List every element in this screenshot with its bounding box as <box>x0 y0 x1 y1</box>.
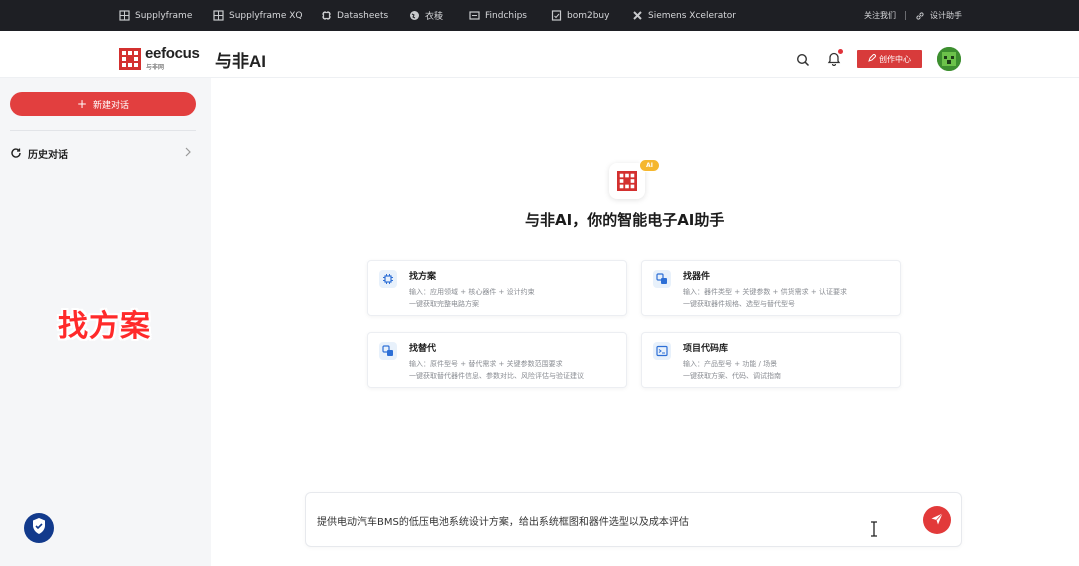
send-icon <box>930 511 944 530</box>
topbar-link-siemens[interactable]: Siemens Xcelerator <box>632 0 736 31</box>
topbar-divider <box>905 11 906 20</box>
topbar-link-label: Supplyframe <box>135 10 193 21</box>
card-find-solution[interactable]: 找方案 输入：应用领域 + 核心器件 + 设计约束 一键获取完整电路方案 <box>367 260 627 316</box>
about-us-label: 关注我们 <box>864 11 896 20</box>
eefocus-logo-subtitle: 与非网 <box>146 64 165 71</box>
security-shield-button[interactable] <box>24 513 54 543</box>
top-navigation-bar: Supplyframe Supplyframe XQ Datasheets 衣稜… <box>0 0 1079 31</box>
new-chat-label: 新建对话 <box>93 100 130 111</box>
component-icon <box>653 270 671 288</box>
card-description: 一键获取替代器件信息、参数对比、风险评估与验证建议 <box>409 372 584 380</box>
app-title: 与非AI <box>215 52 266 71</box>
card-title: 找方案 <box>409 272 437 282</box>
topbar-link-label: Findchips <box>485 10 527 21</box>
avatar[interactable] <box>937 47 961 71</box>
topbar-link-supplyframe-xq[interactable]: Supplyframe XQ <box>213 0 302 31</box>
topbar-link-globe[interactable]: 衣稜 <box>409 0 443 31</box>
card-description: 一键获取方案、代码、调试指南 <box>683 372 781 380</box>
card-title: 找替代 <box>409 344 437 354</box>
card-project-code-library[interactable]: 项目代码库 输入：产品型号 + 功能 / 场景 一键获取方案、代码、调试指南 <box>641 332 901 388</box>
card-description: 一键获取完整电路方案 <box>409 300 479 308</box>
hero-title: 与非AI，你的智能电子AI助手 <box>525 211 725 229</box>
new-chat-button[interactable]: + 新建对话 <box>10 92 196 116</box>
chip-icon <box>379 270 397 288</box>
creation-center-label: 创作中心 <box>879 54 911 64</box>
sidebar-divider <box>10 130 196 131</box>
topbar-link-label: bom2buy <box>567 10 610 21</box>
card-title: 找器件 <box>683 272 711 282</box>
card-find-component[interactable]: 找器件 输入：器件类型 + 关键参数 + 供货需求 + 认证要求 一键获取器件规… <box>641 260 901 316</box>
history-chats-item[interactable]: 历史对话 <box>10 145 196 161</box>
chat-input-value[interactable]: 提供电动汽车BMS的低压电池系统设计方案，给出系统框图和器件选型以及成本评估 <box>317 513 689 528</box>
topbar-link-bom2buy[interactable]: bom2buy <box>551 0 609 31</box>
card-description: 一键获取器件规格、选型与替代型号 <box>683 300 795 308</box>
card-input-hint: 输入：产品型号 + 功能 / 场景 <box>683 360 778 368</box>
findchips-icon <box>469 10 480 21</box>
creation-center-button[interactable]: 创作中心 <box>857 50 922 68</box>
text-cursor-icon <box>868 520 880 538</box>
supplyframe-xq-icon <box>213 10 224 21</box>
about-us-link[interactable]: 关注我们 <box>864 0 896 31</box>
search-icon[interactable] <box>796 52 810 67</box>
eefocus-logo-text[interactable]: eefocus <box>145 45 200 62</box>
terminal-icon <box>653 342 671 360</box>
datasheets-icon <box>321 10 332 21</box>
send-button[interactable] <box>923 506 951 534</box>
bom2buy-icon <box>551 10 562 21</box>
siemens-icon <box>632 10 643 21</box>
history-chats-label: 历史对话 <box>28 149 68 161</box>
design-assistant-link[interactable]: 设计助手 <box>914 0 962 31</box>
history-icon <box>10 147 22 159</box>
topbar-link-label: 衣稜 <box>425 12 444 22</box>
shield-check-icon <box>31 517 47 539</box>
card-title: 项目代码库 <box>683 344 729 354</box>
replace-icon <box>379 342 397 360</box>
topbar-link-supplyframe[interactable]: Supplyframe <box>119 0 192 31</box>
overlay-caption: 找方案 <box>58 309 151 344</box>
card-input-hint: 输入：器件类型 + 关键参数 + 供货需求 + 认证要求 <box>683 288 847 296</box>
topbar-link-label: Datasheets <box>337 10 389 21</box>
pen-icon <box>868 53 877 64</box>
card-input-hint: 输入：应用领域 + 核心器件 + 设计约束 <box>409 288 535 296</box>
link-icon <box>914 10 925 21</box>
chevron-right-icon <box>184 146 192 158</box>
topbar-link-label: Supplyframe XQ <box>229 10 303 21</box>
plus-icon: + <box>76 97 88 111</box>
card-input-hint: 输入：原件型号 + 替代需求 + 关键参数范围要求 <box>409 360 563 368</box>
globe-icon <box>409 10 420 21</box>
card-find-replacement[interactable]: 找替代 输入：原件型号 + 替代需求 + 关键参数范围要求 一键获取替代器件信息… <box>367 332 627 388</box>
topbar-link-findchips[interactable]: Findchips <box>469 0 527 31</box>
eefocus-logo-mark[interactable] <box>119 48 141 70</box>
supplyframe-icon <box>119 10 130 21</box>
topbar-link-label: Siemens Xcelerator <box>648 10 736 21</box>
topbar-link-datasheets[interactable]: Datasheets <box>321 0 388 31</box>
design-assistant-label: 设计助手 <box>930 11 962 20</box>
notification-dot <box>838 49 843 54</box>
ai-badge: AI <box>639 159 660 172</box>
